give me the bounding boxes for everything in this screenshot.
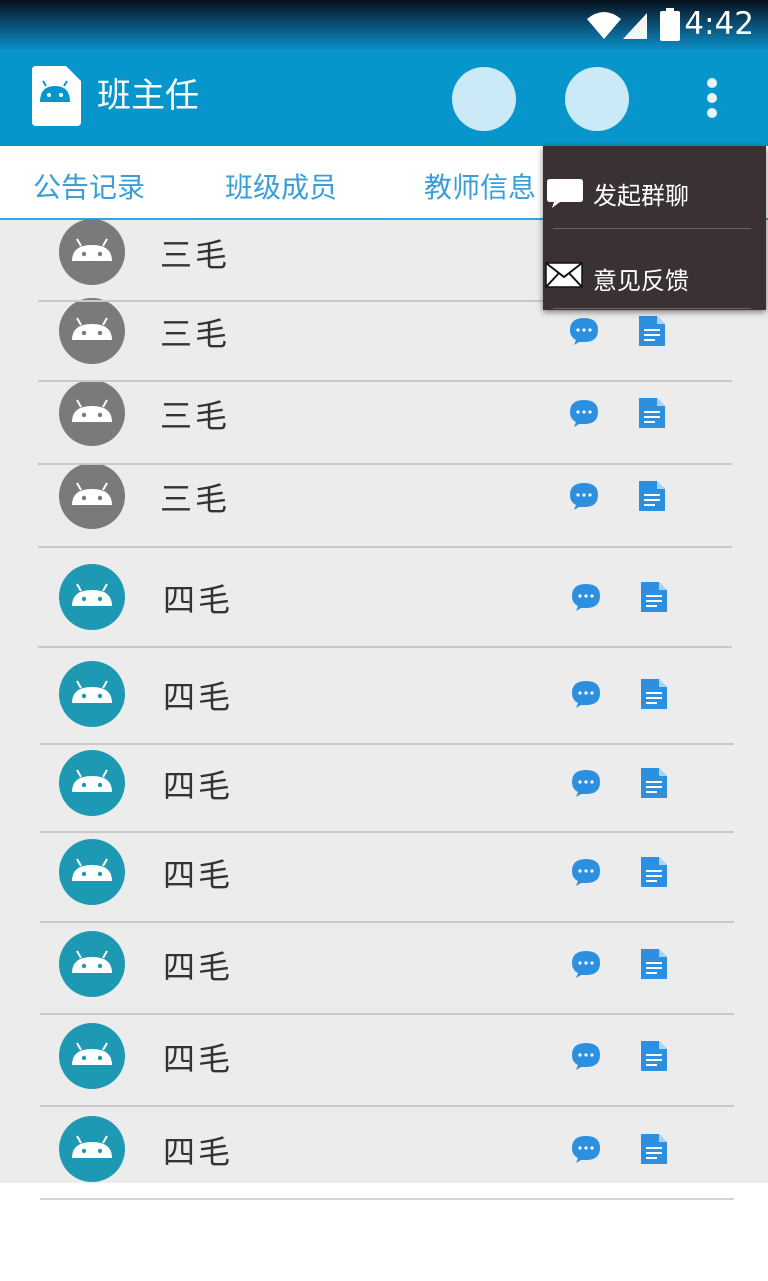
action-button-2[interactable] (565, 67, 629, 131)
avatar (59, 564, 125, 630)
avatar (59, 1023, 125, 1089)
android-icon (72, 1042, 112, 1065)
row-divider (40, 1013, 734, 1015)
android-icon (72, 950, 112, 973)
row-divider (40, 921, 734, 923)
avatar (59, 931, 125, 997)
avatar (59, 380, 125, 446)
chat-icon[interactable] (569, 482, 599, 510)
document-icon[interactable] (641, 949, 667, 979)
chat-icon[interactable] (571, 858, 601, 886)
member-name: 四毛 (163, 581, 234, 619)
avatar (59, 839, 125, 905)
chat-icon[interactable] (571, 583, 601, 611)
android-icon (72, 238, 112, 261)
row-divider (38, 463, 732, 465)
list-bottom-divider (40, 1198, 734, 1200)
member-name: 三毛 (160, 315, 231, 353)
status-icons (587, 8, 680, 41)
overflow-menu-button[interactable] (694, 74, 730, 122)
document-icon[interactable] (641, 679, 667, 709)
document-icon[interactable] (641, 768, 667, 798)
row-divider (40, 831, 734, 833)
menu-label: 发起群聊 (593, 182, 689, 210)
document-icon[interactable] (641, 582, 667, 612)
member-name: 四毛 (163, 767, 234, 805)
document-icon[interactable] (639, 481, 665, 511)
android-icon (72, 399, 112, 422)
chat-icon[interactable] (569, 399, 599, 427)
overflow-menu: 发起群聊 意见反馈 (543, 146, 766, 310)
document-icon[interactable] (641, 1041, 667, 1071)
envelope-icon (545, 262, 583, 288)
android-icon (72, 482, 112, 505)
android-icon (72, 858, 112, 881)
menu-label: 意见反馈 (593, 267, 689, 295)
dot (707, 78, 717, 88)
dot (707, 108, 717, 118)
member-list[interactable]: 三毛 三毛 三毛 三毛 四毛 四毛 四毛 四毛 四毛 四毛 四毛 (0, 219, 768, 1183)
member-name: 三毛 (160, 397, 231, 435)
menu-item-start-group-chat[interactable]: 发起群聊 (543, 150, 766, 230)
android-icon (72, 583, 112, 606)
chat-icon[interactable] (571, 769, 601, 797)
document-icon[interactable] (639, 316, 665, 346)
avatar (59, 298, 125, 364)
row-divider (38, 646, 732, 648)
android-icon (72, 1135, 112, 1158)
app-logo-icon (32, 66, 81, 126)
chat-icon[interactable] (571, 950, 601, 978)
document-icon[interactable] (641, 857, 667, 887)
app-title: 班主任 (97, 76, 199, 116)
row-divider (40, 1105, 734, 1107)
android-icon (72, 680, 112, 703)
android-icon (72, 317, 112, 340)
chat-icon[interactable] (571, 1135, 601, 1163)
document-icon[interactable] (641, 1134, 667, 1164)
member-name: 四毛 (163, 856, 234, 894)
chat-bubble-icon (547, 179, 583, 208)
menu-item-feedback[interactable]: 意见反馈 (543, 230, 766, 310)
chat-icon[interactable] (569, 317, 599, 345)
app-bar: 班主任 (0, 50, 768, 146)
dot (707, 93, 717, 103)
status-bar: 4:42 (0, 0, 768, 50)
wifi-icon (587, 12, 621, 39)
tab-class-members[interactable]: 班级成员 (225, 166, 337, 206)
menu-divider (553, 228, 751, 229)
android-icon (72, 769, 112, 792)
row-divider (38, 380, 732, 382)
member-name: 三毛 (160, 480, 231, 518)
member-name: 四毛 (163, 1133, 234, 1171)
tab-teacher-info[interactable]: 教师信息 (424, 166, 536, 206)
avatar (59, 463, 125, 529)
avatar (59, 661, 125, 727)
battery-icon (660, 8, 680, 41)
avatar (59, 750, 125, 816)
chat-icon[interactable] (571, 680, 601, 708)
avatar (59, 1116, 125, 1182)
chat-icon[interactable] (571, 1042, 601, 1070)
document-icon[interactable] (639, 398, 665, 428)
member-name: 四毛 (163, 1040, 234, 1078)
row-divider (40, 743, 734, 745)
menu-divider (553, 308, 751, 309)
row-divider (38, 546, 732, 548)
status-time: 4:42 (684, 6, 754, 42)
avatar (59, 219, 125, 285)
member-name: 四毛 (163, 948, 234, 986)
cellular-signal-icon (623, 13, 647, 39)
member-name: 三毛 (160, 236, 231, 274)
action-button-1[interactable] (452, 67, 516, 131)
member-name: 四毛 (163, 678, 234, 716)
tab-announcements[interactable]: 公告记录 (33, 166, 145, 206)
